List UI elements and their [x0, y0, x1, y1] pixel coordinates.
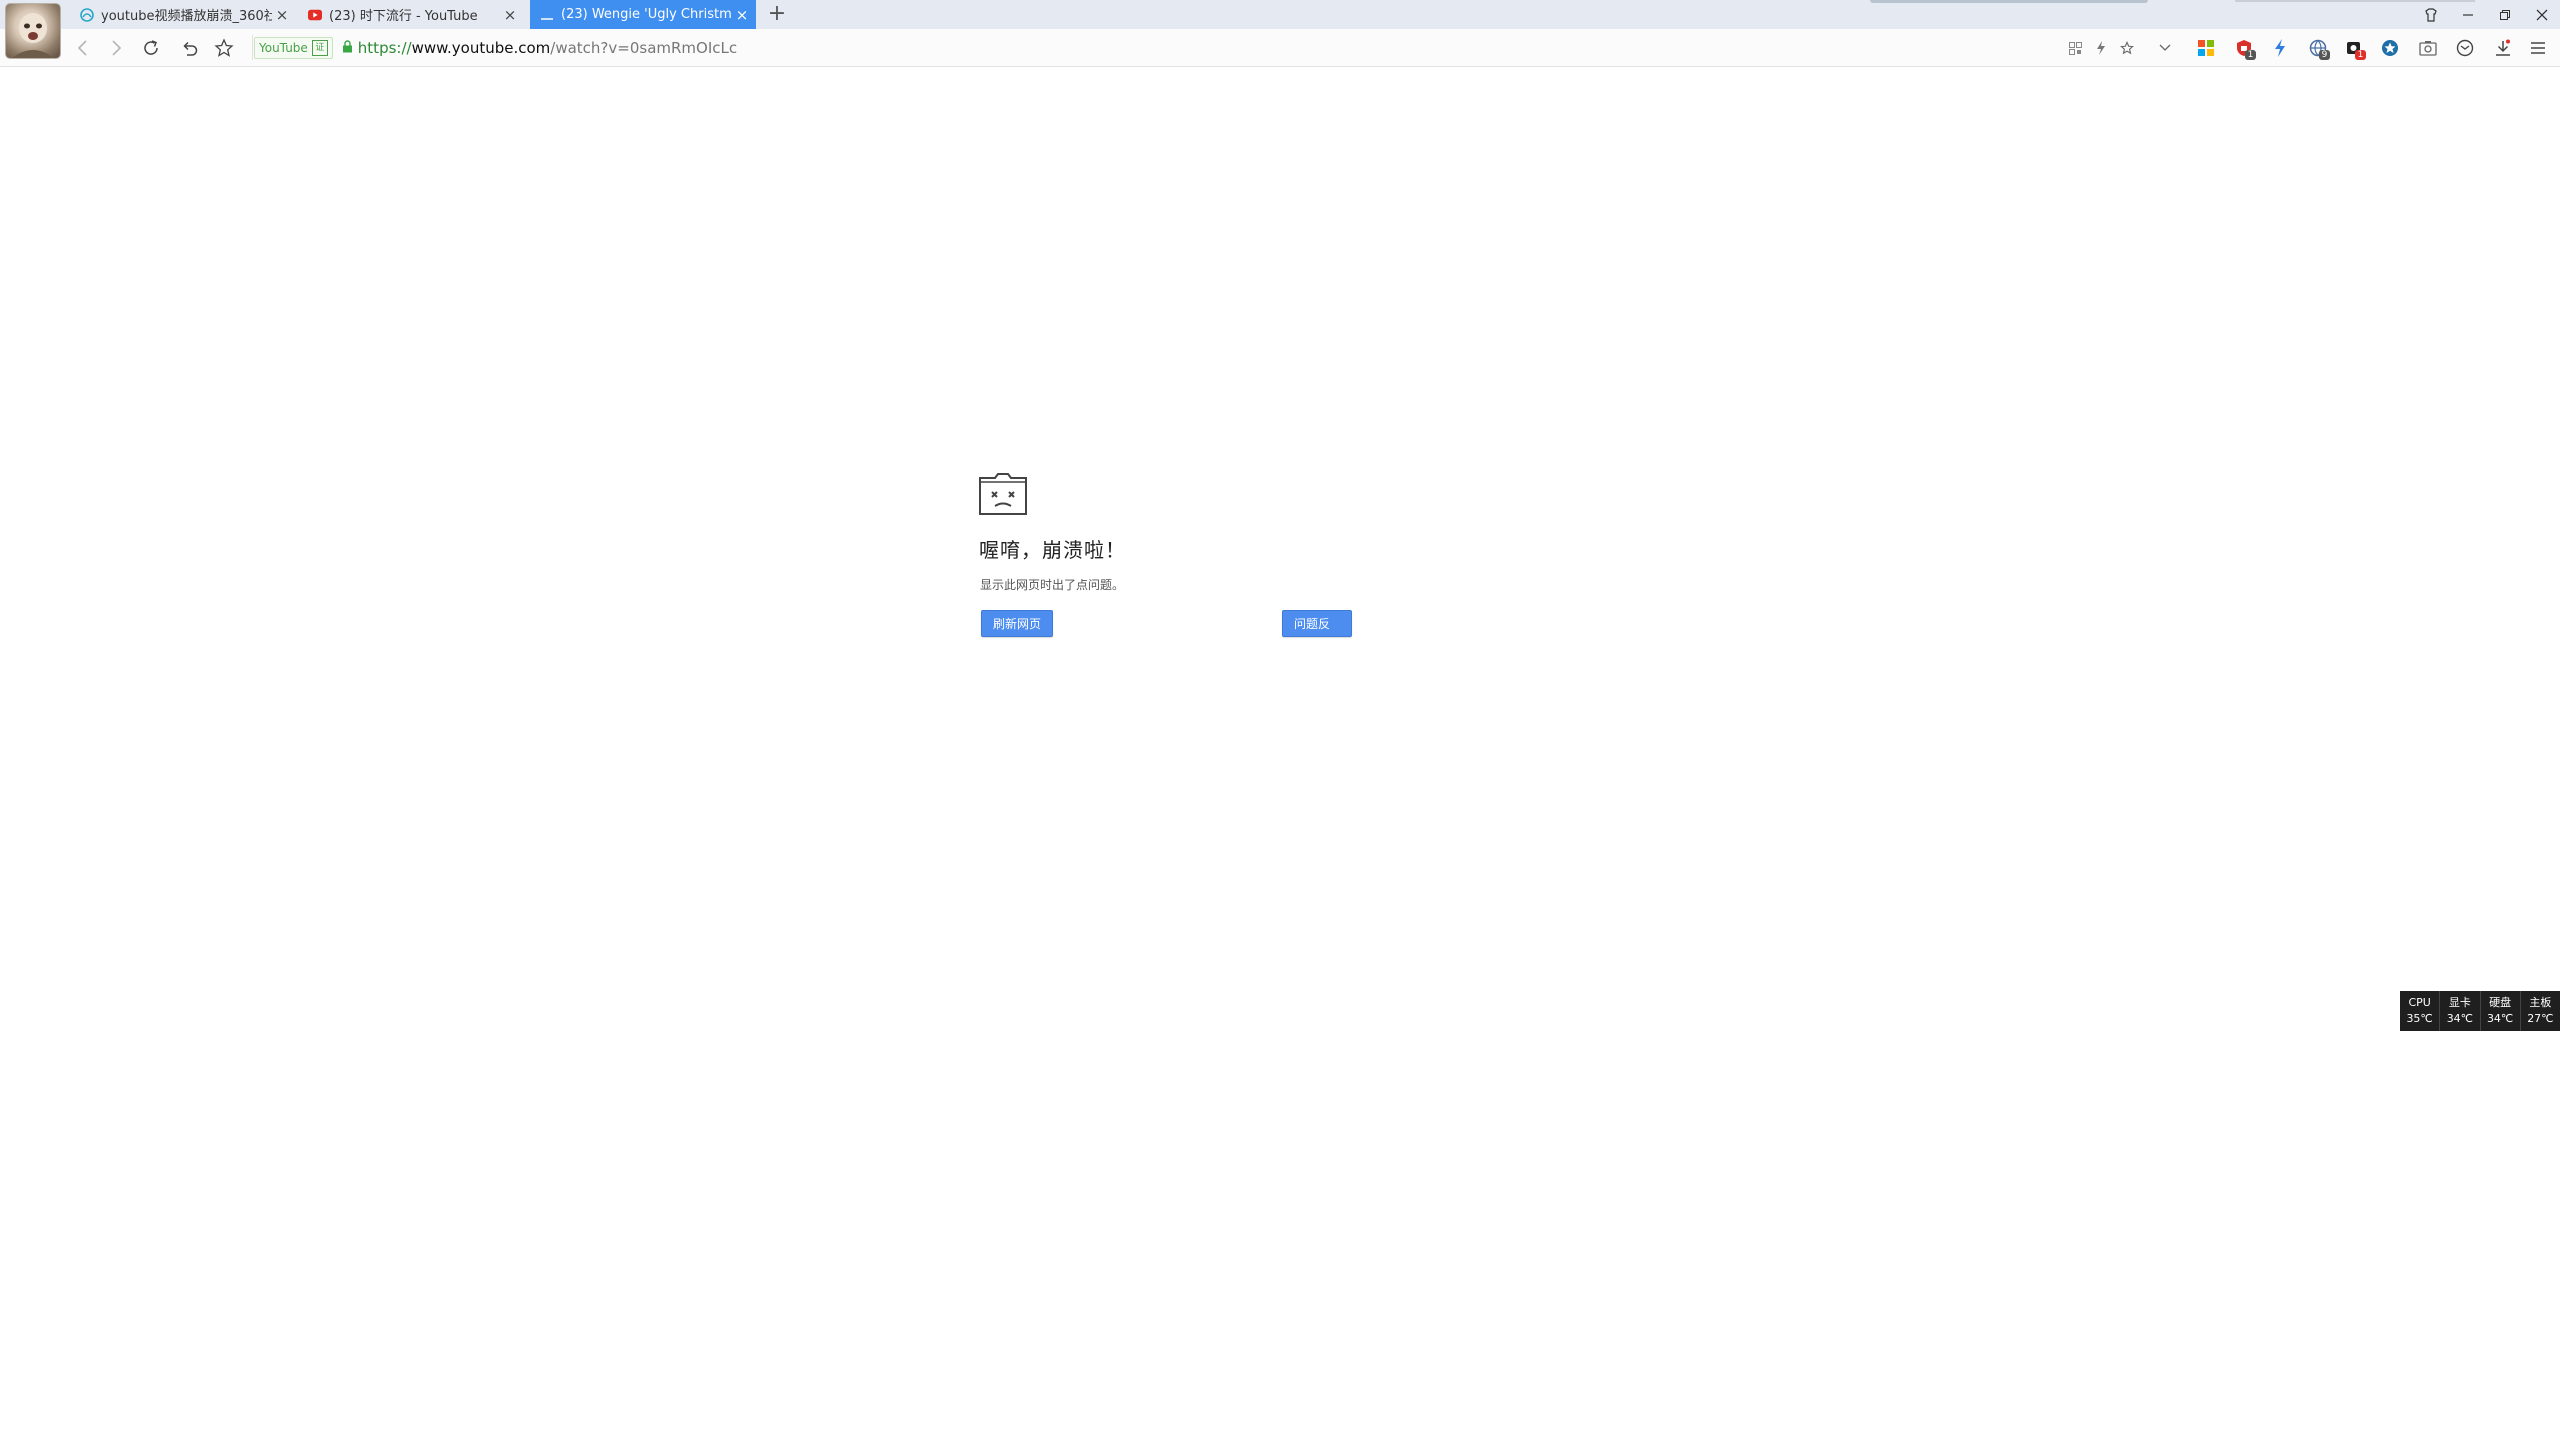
notification-count: 1 [2245, 50, 2256, 60]
tab-close-icon[interactable]: × [732, 6, 752, 24]
verified-site-icon: 证 [311, 39, 328, 56]
feedback-button[interactable]: 问题反馈 [1282, 610, 1352, 658]
mail-icon[interactable] [2452, 35, 2478, 61]
menu-icon[interactable] [2525, 35, 2551, 61]
tab-360-community[interactable]: youtube视频播放崩溃_360社区 × [70, 0, 296, 29]
tab-close-icon[interactable]: × [272, 6, 292, 24]
forward-arrow-icon [112, 40, 122, 56]
lightning-icon[interactable] [2267, 35, 2293, 61]
sad-folder-icon [979, 473, 1027, 515]
back-arrow-icon [77, 40, 87, 56]
notification-count: 9 [2319, 50, 2330, 60]
error-title: 喔唷，崩溃啦！ [979, 538, 1126, 562]
temp-value: 34℃ [2446, 1012, 2474, 1025]
temp-label: 硬盘 [2489, 996, 2512, 1009]
undo-close-button[interactable] [175, 33, 205, 63]
translate-globe-icon[interactable]: 9 [2305, 35, 2331, 61]
speed-mode-icon[interactable] [2090, 38, 2112, 58]
url-path: /watch?v=0samRmOIcLc [550, 38, 738, 57]
star-icon [214, 38, 234, 57]
tab-wengie-video[interactable]: (23) Wengie 'Ugly Christmas × [530, 0, 756, 29]
temp-gpu: 显卡 34℃ [2439, 991, 2479, 1031]
address-bar[interactable]: YouTube 证 https://www.youtube.com/watch?… [254, 34, 2134, 61]
new-tab-button[interactable]: + [765, 2, 789, 26]
reload-page-button[interactable]: 刷新网页 [981, 610, 1053, 637]
community-icon [80, 7, 94, 22]
youtube-icon [308, 8, 322, 22]
error-description: 显示此网页时出了点问题。 [980, 578, 1125, 592]
temp-cpu: CPU 35℃ [2400, 991, 2439, 1031]
temp-board: 主板 27℃ [2519, 991, 2560, 1031]
url-scheme: https:// [357, 38, 412, 57]
close-window-icon[interactable] [2523, 0, 2560, 29]
tab-strip: youtube视频播放崩溃_360社区 × (23) 时下流行 - YouTub… [0, 0, 2560, 30]
qr-code-icon[interactable] [2064, 38, 2086, 58]
tab-title: (23) 时下流行 - YouTube [329, 9, 478, 24]
reload-icon [144, 40, 158, 55]
favorite-star-icon[interactable] [2116, 38, 2138, 58]
temperature-monitor[interactable]: CPU 35℃ 显卡 34℃ 硬盘 34℃ 主板 27℃ [2400, 991, 2560, 1031]
temp-label: 显卡 [2448, 996, 2471, 1009]
back-button[interactable] [68, 33, 98, 63]
toolbar-divider [252, 35, 253, 60]
url-host: www.youtube.com [411, 38, 551, 57]
temp-label: CPU [2408, 996, 2431, 1009]
tab-title: youtube视频播放崩溃_360社区 [101, 9, 272, 24]
notification-count: 1 [2355, 50, 2366, 60]
window-drag-indicator [1870, 0, 2148, 3]
site-badge-label: YouTube [259, 40, 308, 55]
temp-value: 27℃ [2527, 1012, 2554, 1025]
tab-close-icon[interactable]: × [500, 6, 520, 24]
temp-label: 主板 [2529, 996, 2552, 1009]
skin-icon[interactable] [2412, 0, 2449, 29]
window-controls [2412, 0, 2560, 29]
undo-icon [183, 41, 198, 56]
download-icon[interactable] [2490, 35, 2516, 61]
bookmark-button[interactable] [209, 33, 239, 63]
reload-button[interactable] [136, 33, 166, 63]
lock-icon[interactable] [342, 39, 353, 57]
temp-disk: 硬盘 34℃ [2479, 991, 2520, 1031]
restore-icon[interactable] [2486, 0, 2523, 29]
apps-grid-icon[interactable] [2193, 35, 2219, 61]
extension-red-icon[interactable]: 1 [2341, 35, 2367, 61]
temp-value: 34℃ [2486, 1012, 2514, 1025]
security-shield-icon[interactable]: 1 [2231, 35, 2257, 61]
forward-button[interactable] [101, 33, 131, 63]
tab-youtube-trending[interactable]: (23) 时下流行 - YouTube × [298, 0, 524, 29]
loading-icon [540, 8, 554, 22]
temp-value: 35℃ [2406, 1012, 2433, 1025]
browser-toolbar: YouTube 证 https://www.youtube.com/watch?… [0, 29, 2560, 67]
star-extension-icon[interactable] [2377, 35, 2403, 61]
tab-title: (23) Wengie 'Ugly Christmas [561, 7, 732, 22]
site-badge[interactable]: YouTube 证 [254, 36, 333, 59]
screenshot-icon[interactable] [2415, 35, 2441, 61]
dropdown-chevron-icon[interactable] [2154, 38, 2176, 58]
user-avatar[interactable] [6, 4, 60, 58]
minimize-icon[interactable] [2449, 0, 2486, 29]
